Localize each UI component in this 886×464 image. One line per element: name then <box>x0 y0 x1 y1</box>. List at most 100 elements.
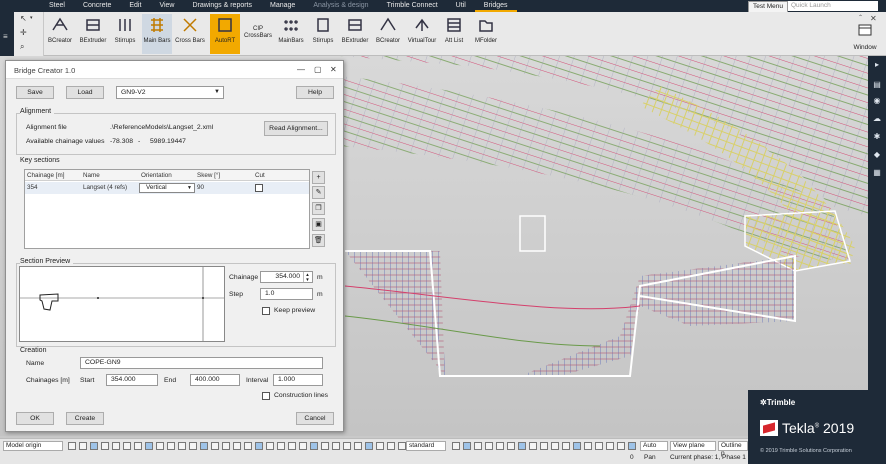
snap-toggle-icon[interactable] <box>167 442 175 450</box>
snap-toggle-icon[interactable] <box>540 442 548 450</box>
col-name[interactable]: Name <box>83 172 100 179</box>
snap-toggle-icon[interactable] <box>617 442 625 450</box>
ribbon-button-mainbars[interactable]: MainBars <box>276 14 306 54</box>
menu-item-edit[interactable]: Edit <box>120 0 150 12</box>
menu-item-analysis-design[interactable]: Analysis & design <box>304 0 377 12</box>
settings-icon[interactable]: ✱ <box>872 132 882 142</box>
construction-lines-checkbox[interactable] <box>262 392 270 400</box>
snap-toggle-icon[interactable] <box>595 442 603 450</box>
auto-select[interactable]: Auto <box>640 441 668 451</box>
snap-toggle-icon[interactable] <box>343 442 351 450</box>
load-button[interactable]: Load <box>66 86 104 99</box>
interval-input[interactable]: 1.000 <box>273 374 323 386</box>
table-row[interactable]: 354 Langset (4 refs) Vertical ▼ 90 <box>25 182 309 194</box>
snap-toggle-icon[interactable] <box>452 442 460 450</box>
snap-toggle-icon[interactable] <box>189 442 197 450</box>
row-name[interactable]: Langset (4 refs) <box>83 184 127 191</box>
row-chainage[interactable]: 354 <box>27 184 38 191</box>
snap-toggle-icon[interactable] <box>123 442 131 450</box>
snap-toggle-icon[interactable] <box>211 442 219 450</box>
snap-toggle-icon[interactable] <box>145 442 153 450</box>
ribbon-button-main-bars[interactable]: Main Bars <box>142 14 172 54</box>
chainage-input[interactable]: 354.000 ▲ ▼ <box>260 271 313 283</box>
zoom-icon[interactable]: ⌕ <box>20 42 24 52</box>
menu-item-manage[interactable]: Manage <box>261 0 304 12</box>
snap-toggle-icon[interactable] <box>463 442 471 450</box>
snap-toggle-icon[interactable] <box>266 442 274 450</box>
save-disk-icon[interactable]: ▣ <box>312 218 325 231</box>
copy-icon[interactable]: ❐ <box>312 202 325 215</box>
snap-toggle-icon[interactable] <box>90 442 98 450</box>
ribbon-button-bextruder[interactable]: BExtruder <box>340 14 370 54</box>
snap-toggle-icon[interactable] <box>584 442 592 450</box>
chevron-down-icon[interactable]: ▾ <box>30 15 33 21</box>
snap-toggle-icon[interactable] <box>573 442 581 450</box>
menu-item-bridges[interactable]: Bridges <box>474 0 517 12</box>
snap-toggle-icon[interactable] <box>485 442 493 450</box>
snap-toggle-icon[interactable] <box>354 442 362 450</box>
end-input[interactable]: 400.000 <box>190 374 240 386</box>
snap-toggle-icon[interactable] <box>200 442 208 450</box>
step-input[interactable]: 1.0 <box>260 288 313 300</box>
ribbon-button-bextruder[interactable]: BExtruder <box>78 14 108 54</box>
help-button[interactable]: Help <box>296 86 334 99</box>
edit-icon[interactable]: ✎ <box>312 186 325 199</box>
ribbon-button-att-list[interactable]: Att List <box>440 14 468 54</box>
menu-item-trimble-connect[interactable]: Trimble Connect <box>378 0 447 12</box>
snap-toggle-icon[interactable] <box>112 442 120 450</box>
hamburger-icon[interactable]: ≡ <box>3 32 8 41</box>
snap-toggle-icon[interactable] <box>628 442 636 450</box>
col-skew[interactable]: Skew [°] <box>197 172 220 179</box>
ribbon-button-cip-crossbars[interactable]: CIP CrossBars <box>244 14 272 54</box>
view-plane-select[interactable]: View plane <box>670 441 716 451</box>
ribbon-button-autort[interactable]: AutoRT <box>210 14 240 54</box>
collapse-arrow-icon[interactable]: ▸ <box>872 60 882 70</box>
menu-item-util[interactable]: Util <box>447 0 475 12</box>
cancel-button[interactable]: Cancel <box>296 412 334 425</box>
snap-toggle-icon[interactable] <box>606 442 614 450</box>
row-skew[interactable]: 90 <box>197 184 204 191</box>
minimize-icon[interactable]: — <box>297 65 305 74</box>
snap-toggle-icon[interactable] <box>288 442 296 450</box>
section-preview-canvas[interactable] <box>19 266 225 342</box>
snap-toggle-icon[interactable] <box>529 442 537 450</box>
snap-toggle-icon[interactable] <box>376 442 384 450</box>
cloud-icon[interactable]: ☁ <box>872 114 882 124</box>
snap-toggle-icon[interactable] <box>222 442 230 450</box>
ribbon-button-stirrups[interactable]: Stirrups <box>112 14 138 54</box>
properties-icon[interactable]: ▤ <box>872 80 882 90</box>
ribbon-button-cross-bars[interactable]: Cross Bars <box>174 14 206 54</box>
pointer-icon[interactable]: ↖ <box>20 14 27 23</box>
snap-toggle-icon[interactable] <box>68 442 76 450</box>
col-chainage[interactable]: Chainage [m] <box>27 172 64 179</box>
origin-select[interactable]: Model origin <box>3 441 63 451</box>
start-input[interactable]: 354.000 <box>106 374 158 386</box>
snap-toggle-icon[interactable] <box>496 442 504 450</box>
save-button[interactable]: Save <box>16 86 54 99</box>
keep-preview-checkbox[interactable] <box>262 307 270 315</box>
snap-toggle-icon[interactable] <box>244 442 252 450</box>
components-icon[interactable]: ▦ <box>872 168 882 178</box>
snap-toggle-icon[interactable] <box>507 442 515 450</box>
col-cut[interactable]: Cut <box>255 172 265 179</box>
standard-select[interactable]: standard <box>406 441 446 451</box>
add-row-icon[interactable]: + <box>312 171 325 184</box>
snap-toggle-icon[interactable] <box>277 442 285 450</box>
menu-item-drawings-reports[interactable]: Drawings & reports <box>183 0 261 12</box>
snap-toggle-icon[interactable] <box>551 442 559 450</box>
snap-icon[interactable]: ✛ <box>20 28 27 37</box>
outline-select[interactable]: Outline p <box>718 441 748 457</box>
menu-item-steel[interactable]: Steel <box>40 0 74 12</box>
snap-toggle-icon[interactable] <box>365 442 373 450</box>
snap-toggle-icon[interactable] <box>134 442 142 450</box>
snap-toggle-icon[interactable] <box>387 442 395 450</box>
snap-toggle-icon[interactable] <box>233 442 241 450</box>
window-button[interactable]: Window <box>848 14 882 54</box>
maximize-icon[interactable]: ▢ <box>314 65 322 74</box>
menu-item-concrete[interactable]: Concrete <box>74 0 120 12</box>
menu-item-view[interactable]: View <box>150 0 183 12</box>
snap-toggle-icon[interactable] <box>332 442 340 450</box>
snap-toggle-icon[interactable] <box>474 442 482 450</box>
delete-icon[interactable]: 🗑 <box>312 234 325 247</box>
snap-toggle-icon[interactable] <box>398 442 406 450</box>
